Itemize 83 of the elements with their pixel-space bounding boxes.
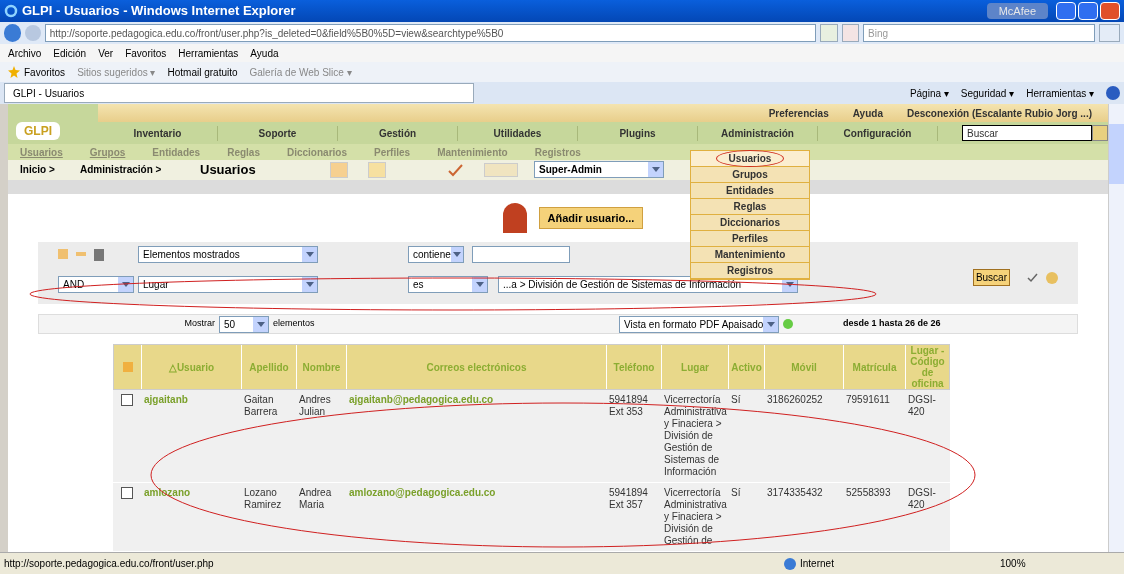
command-button[interactable]: Seguridad ▾ [960,85,1015,101]
star-icon [8,66,20,78]
main-menu-item[interactable]: Gestión [338,125,458,141]
breadcrumb-link[interactable]: Administración > [80,162,200,178]
minimize-button[interactable] [1056,2,1076,20]
search-button[interactable]: Buscar [972,269,1010,286]
dropdown-item[interactable]: Usuarios [691,151,809,167]
glpi-logo: GLPI [16,122,60,140]
table-cell-text: 5941894 Ext 357 [608,486,649,512]
zone-label: Internet [800,557,835,571]
checkmark-icon[interactable] [1026,271,1038,284]
show-label: Mostrar [183,317,216,331]
favorites-link[interactable]: Hotmail gratuito [167,64,238,80]
browser-tab[interactable]: GLPI - Usuarios [4,83,474,103]
table-cell-text: Andrea Maria [298,486,333,512]
export-button[interactable] [783,319,793,329]
window-title: GLPI - Usuarios - Windows Internet Explorer [22,2,296,21]
table-cell-text: 52558393 [845,486,892,500]
field-select[interactable]: Elementos mostrados [138,246,318,263]
table-cell-text: Gaitan Barrera [243,393,279,419]
table-cell-text: 3186260252 [766,393,824,407]
table-cell-text: 5941894 Ext 353 [608,393,649,419]
addon-label: McAfee [986,2,1048,20]
dropdown-item[interactable]: Mantenimiento [691,247,809,263]
status-url: http://soporte.pedagogica.edu.co/front/user.php [4,557,215,571]
maximize-button[interactable] [1078,2,1098,20]
show-suffix: elementos [272,317,316,331]
top-link[interactable]: Ayuda [852,105,883,121]
page-size-select[interactable]: 50 [219,315,269,333]
table-cell-text: Andres Julian [298,393,332,419]
address-field[interactable]: http://soporte.pedagogica.edu.co/front/user.php?is_deleted=0&field%5B0%5D=view&searchtype%5B0 [44,24,817,42]
reset-icon[interactable] [1046,271,1058,284]
command-button[interactable]: Herramientas ▾ [1026,85,1094,101]
main-menu-item[interactable]: Administración [698,125,818,141]
table-cell-text: Sí [730,393,742,407]
favorites-button[interactable]: Favoritos [8,64,66,80]
menu-item[interactable]: Ver [98,45,114,61]
menu-item[interactable]: Edición [53,45,87,61]
export-select[interactable]: Vista en formato PDF Apaisado [619,315,779,333]
table-cell-text: 79591611 [845,393,891,407]
main-menu-item[interactable]: Plugins [578,125,698,141]
main-menu-item[interactable]: Utilidades [458,125,578,141]
operator-select[interactable]: contiene [408,246,464,263]
breadcrumb-link[interactable]: Inicio > [20,162,80,178]
forward-button[interactable] [25,25,41,41]
close-button[interactable] [1100,2,1120,20]
main-menu-item[interactable]: Configuración [818,125,938,141]
range-label: desde 1 hasta 26 de 26 [843,317,941,331]
profile-select[interactable]: Super-Admin [534,161,664,179]
table-cell-text: 3174335432 [766,486,824,500]
value-input[interactable] [472,246,570,263]
dropdown-item[interactable]: Perfiles [691,231,809,247]
dropdown-item[interactable]: Diccionarios [691,215,809,231]
top-link[interactable]: Desconexión (Escalante Rubio Jorg ...) [906,105,1092,121]
table-cell-text: DGSI-420 [907,393,937,419]
row-checkbox[interactable] [120,487,133,499]
row-checkbox[interactable] [120,394,133,406]
menu-item[interactable]: Herramientas [178,45,239,61]
page-title: Usuarios [200,161,257,180]
table-cell-text: DGSI-420 [907,486,937,512]
browser-logo-icon [4,4,18,18]
command-button[interactable]: Página ▾ [909,85,949,101]
top-link[interactable]: Preferencias [768,105,829,121]
zoom-button[interactable]: 100% [1000,556,1026,571]
dropdown-item[interactable]: Reglas [691,199,809,215]
table-cell-text: Lozano Ramirez [243,486,283,512]
dropdown-item[interactable]: Registros [691,263,809,279]
stop-button[interactable] [841,24,860,42]
dropdown-item[interactable]: Grupos [691,167,809,183]
dropdown-item[interactable]: Entidades [691,183,809,199]
globe-icon [784,557,796,570]
menu-item[interactable]: Favoritos [125,45,167,61]
help-icon[interactable] [1106,86,1120,100]
table-cell-text: Vicerrectoría Administrativa y Finaciera > División de Gestión de Sistemas de Información [663,393,727,479]
table-cell-text: Sí [730,486,742,500]
refresh-button[interactable] [820,24,838,42]
main-menu-item[interactable]: Soporte [218,125,338,141]
back-button[interactable] [4,24,22,42]
menu-item[interactable]: Archivo [8,45,42,61]
add-user-button[interactable]: Añadir usuario... [538,207,644,229]
search-field[interactable]: Buscar [962,125,1092,141]
menu-item[interactable]: Ayuda [250,45,279,61]
main-menu-item[interactable]: Inventario [98,125,218,141]
